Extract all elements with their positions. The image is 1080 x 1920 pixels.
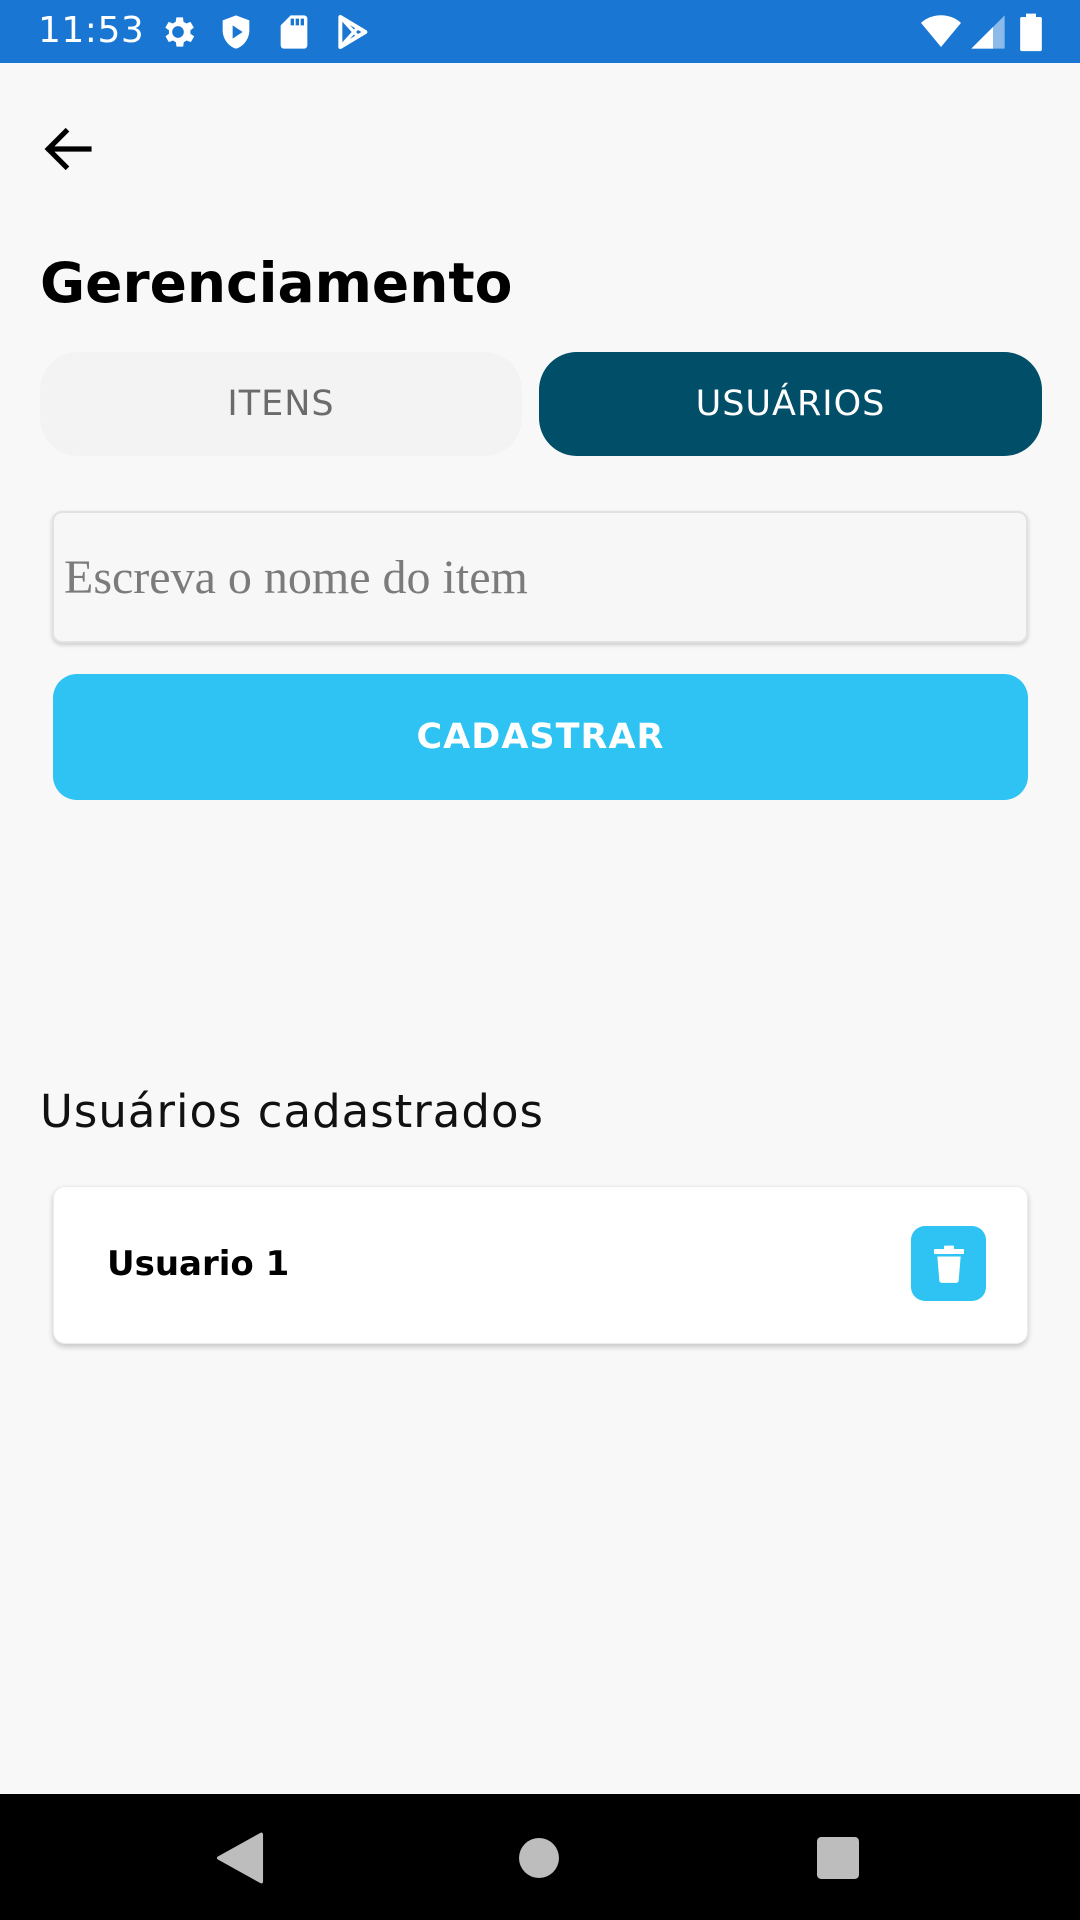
tab-itens[interactable]: ITENS xyxy=(40,352,522,456)
cadastrar-button[interactable]: CADASTRAR xyxy=(53,674,1028,800)
nav-back-button[interactable] xyxy=(206,1824,274,1892)
list-item: Usuario 1 xyxy=(53,1186,1028,1344)
play-store-icon xyxy=(338,15,368,49)
nav-home-button[interactable] xyxy=(505,1824,573,1892)
sd-card-icon xyxy=(280,15,308,49)
user-name: Usuario 1 xyxy=(107,1244,290,1284)
tab-usuarios[interactable]: USUÁRIOS xyxy=(539,352,1042,456)
recents-square-icon xyxy=(817,1837,859,1879)
section-heading: Usuários cadastrados xyxy=(40,1085,544,1138)
signal-icon xyxy=(971,15,1005,49)
wifi-icon xyxy=(921,15,961,48)
trash-icon xyxy=(933,1245,964,1283)
status-time: 11:53 xyxy=(38,10,145,51)
item-name-field xyxy=(52,511,1028,643)
arrow-back-icon xyxy=(44,127,92,171)
back-button[interactable] xyxy=(28,96,108,202)
nav-recents-button[interactable] xyxy=(804,1824,872,1892)
back-triangle-icon xyxy=(216,1832,264,1884)
gear-icon xyxy=(165,17,195,47)
navigation-bar xyxy=(0,1794,1080,1920)
item-name-input[interactable] xyxy=(54,513,1026,641)
page-title: Gerenciamento xyxy=(40,251,513,315)
delete-button[interactable] xyxy=(911,1226,986,1301)
battery-icon xyxy=(1020,13,1042,52)
status-bar: 11:53 xyxy=(0,0,1080,63)
home-circle-icon xyxy=(519,1838,559,1878)
shield-icon xyxy=(222,15,250,49)
